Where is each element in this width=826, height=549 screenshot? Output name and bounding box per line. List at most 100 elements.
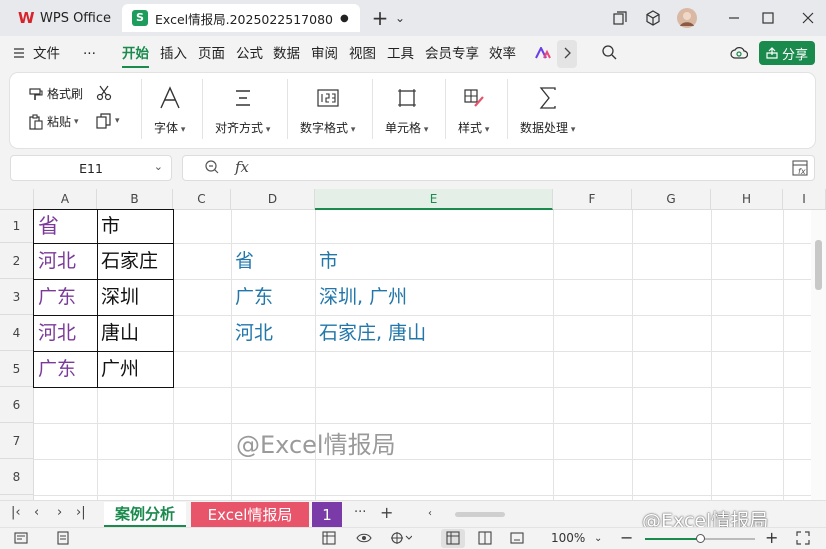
column-header-b[interactable]: B: [97, 189, 173, 210]
cell-a1[interactable]: 省: [34, 210, 59, 243]
format-painter-button[interactable]: 格式刷: [28, 85, 83, 102]
box-3d-icon[interactable]: [641, 6, 665, 30]
ai-logo-icon[interactable]: [535, 36, 551, 72]
row-header-7[interactable]: 7: [0, 423, 34, 459]
row-header-2[interactable]: 2: [0, 243, 34, 279]
close-window-icon[interactable]: [796, 6, 820, 30]
cell-a3[interactable]: 广东: [34, 279, 76, 315]
user-avatar[interactable]: [675, 6, 699, 30]
focus-mode-icon[interactable]: [390, 531, 413, 548]
column-header-f[interactable]: F: [553, 189, 632, 210]
cloud-sync-icon[interactable]: [730, 36, 749, 72]
zoom-level[interactable]: 100%: [551, 531, 585, 545]
number-format-group-button[interactable]: 数字格式 ▾: [300, 83, 355, 136]
menu-file[interactable]: 文件: [33, 36, 60, 72]
sheet-tab-case-analysis[interactable]: 案例分析: [104, 502, 186, 527]
unsaved-dot-icon[interactable]: ●: [340, 13, 349, 24]
tab-data[interactable]: 数据: [273, 36, 300, 72]
page-layout-view-icon[interactable]: [478, 531, 492, 548]
zoom-slider-handle[interactable]: [696, 534, 705, 543]
cell-d4[interactable]: 河北: [231, 315, 273, 351]
cell-d3[interactable]: 广东: [231, 279, 273, 315]
wps-home-tab[interactable]: W WPS Office: [8, 4, 116, 32]
cell-b5[interactable]: 广州: [97, 351, 139, 387]
zoom-in-button[interactable]: +: [765, 528, 778, 547]
vertical-scrollbar[interactable]: [811, 210, 826, 500]
hamburger-menu-icon[interactable]: [13, 36, 25, 72]
more-sheets-button[interactable]: ···: [354, 505, 366, 520]
tab-member[interactable]: 会员专享: [425, 36, 479, 72]
tab-formula[interactable]: 公式: [236, 36, 263, 72]
cell-e3[interactable]: 深圳, 广州: [315, 279, 407, 315]
cell-d2[interactable]: 省: [231, 243, 254, 279]
row-header-5[interactable]: 5: [0, 351, 34, 387]
cell-b1[interactable]: 市: [97, 210, 120, 243]
cell-b3[interactable]: 深圳: [97, 279, 139, 315]
data-processing-group-button[interactable]: 数据处理 ▾: [520, 83, 575, 136]
macro-record-icon[interactable]: [14, 531, 28, 548]
cell-a5[interactable]: 广东: [34, 351, 76, 387]
cell-b2[interactable]: 石家庄: [97, 243, 158, 279]
row-header-4[interactable]: 4: [0, 315, 34, 351]
normal-view-icon[interactable]: [441, 529, 465, 548]
expand-formula-icon[interactable]: fx: [792, 160, 808, 180]
sheet-tab-1[interactable]: 1: [312, 502, 342, 527]
menu-more[interactable]: ···: [83, 36, 96, 72]
row-header-8[interactable]: 8: [0, 459, 34, 495]
column-header-d[interactable]: D: [231, 189, 315, 210]
row-header-1[interactable]: 1: [0, 210, 34, 243]
zoom-dropdown-icon[interactable]: ⌄: [594, 533, 602, 544]
page-break-view-icon[interactable]: [510, 531, 524, 548]
cell-e4[interactable]: 石家庄, 唐山: [315, 315, 426, 351]
style-group-button[interactable]: 样式 ▾: [458, 83, 489, 136]
zoom-out-button[interactable]: −: [620, 528, 633, 547]
tab-page[interactable]: 页面: [198, 36, 225, 72]
select-all-corner[interactable]: [0, 189, 34, 210]
zoom-slider[interactable]: [645, 534, 755, 543]
minimize-icon[interactable]: [722, 6, 746, 30]
align-group-button[interactable]: 对齐方式 ▾: [215, 83, 270, 136]
ribbon-scroll-right-icon[interactable]: [557, 40, 577, 68]
tab-list-caret-icon[interactable]: ⌄: [388, 6, 412, 30]
tab-insert[interactable]: 插入: [160, 36, 187, 72]
maximize-icon[interactable]: [756, 6, 780, 30]
search-icon[interactable]: [602, 36, 617, 72]
copy-button[interactable]: ▾: [96, 113, 120, 129]
tab-efficiency[interactable]: 效率: [489, 36, 516, 72]
prev-sheet-icon[interactable]: ‹: [34, 505, 39, 520]
tab-view[interactable]: 视图: [349, 36, 376, 72]
cell-e2[interactable]: 市: [315, 243, 338, 279]
first-sheet-icon[interactable]: |‹: [11, 505, 21, 520]
cell-group-button[interactable]: 单元格 ▾: [385, 83, 428, 136]
fx-icon[interactable]: fx: [235, 158, 249, 176]
add-sheet-button[interactable]: +: [380, 503, 393, 522]
cell-b4[interactable]: 唐山: [97, 315, 139, 351]
fullscreen-icon[interactable]: [796, 531, 810, 548]
file-tab[interactable]: S Excel情报局.20250225170800 ●: [122, 4, 360, 32]
paste-button[interactable]: 粘贴 ▾: [28, 113, 79, 130]
next-sheet-icon[interactable]: ›: [57, 505, 62, 520]
horizontal-scrollbar-thumb[interactable]: [455, 512, 505, 517]
zoom-formula-icon[interactable]: [205, 160, 219, 178]
column-header-a[interactable]: A: [34, 189, 97, 210]
formula-bar[interactable]: fx fx: [182, 155, 815, 181]
column-header-c[interactable]: C: [173, 189, 231, 210]
tab-review[interactable]: 审阅: [311, 36, 338, 72]
page-setup-icon[interactable]: [56, 531, 70, 548]
last-sheet-icon[interactable]: ›|: [76, 505, 86, 520]
sheet-stats-icon[interactable]: [322, 531, 338, 548]
row-header-6[interactable]: 6: [0, 387, 34, 423]
hscroll-left-icon[interactable]: ‹: [428, 508, 432, 519]
column-header-i[interactable]: I: [783, 189, 826, 210]
eye-protection-icon[interactable]: [356, 531, 372, 548]
tab-home[interactable]: 开始: [122, 36, 149, 72]
share-button[interactable]: 分享: [759, 41, 815, 65]
name-box-caret-icon[interactable]: ⌄: [154, 160, 163, 173]
column-header-h[interactable]: H: [711, 189, 783, 210]
restore-tabs-icon[interactable]: [608, 6, 632, 30]
cut-button[interactable]: [96, 85, 112, 101]
name-box[interactable]: E11 ⌄: [10, 155, 172, 181]
column-header-e[interactable]: E: [315, 189, 553, 210]
cell-a4[interactable]: 河北: [34, 315, 76, 351]
font-group-button[interactable]: 字体 ▾: [154, 83, 185, 136]
